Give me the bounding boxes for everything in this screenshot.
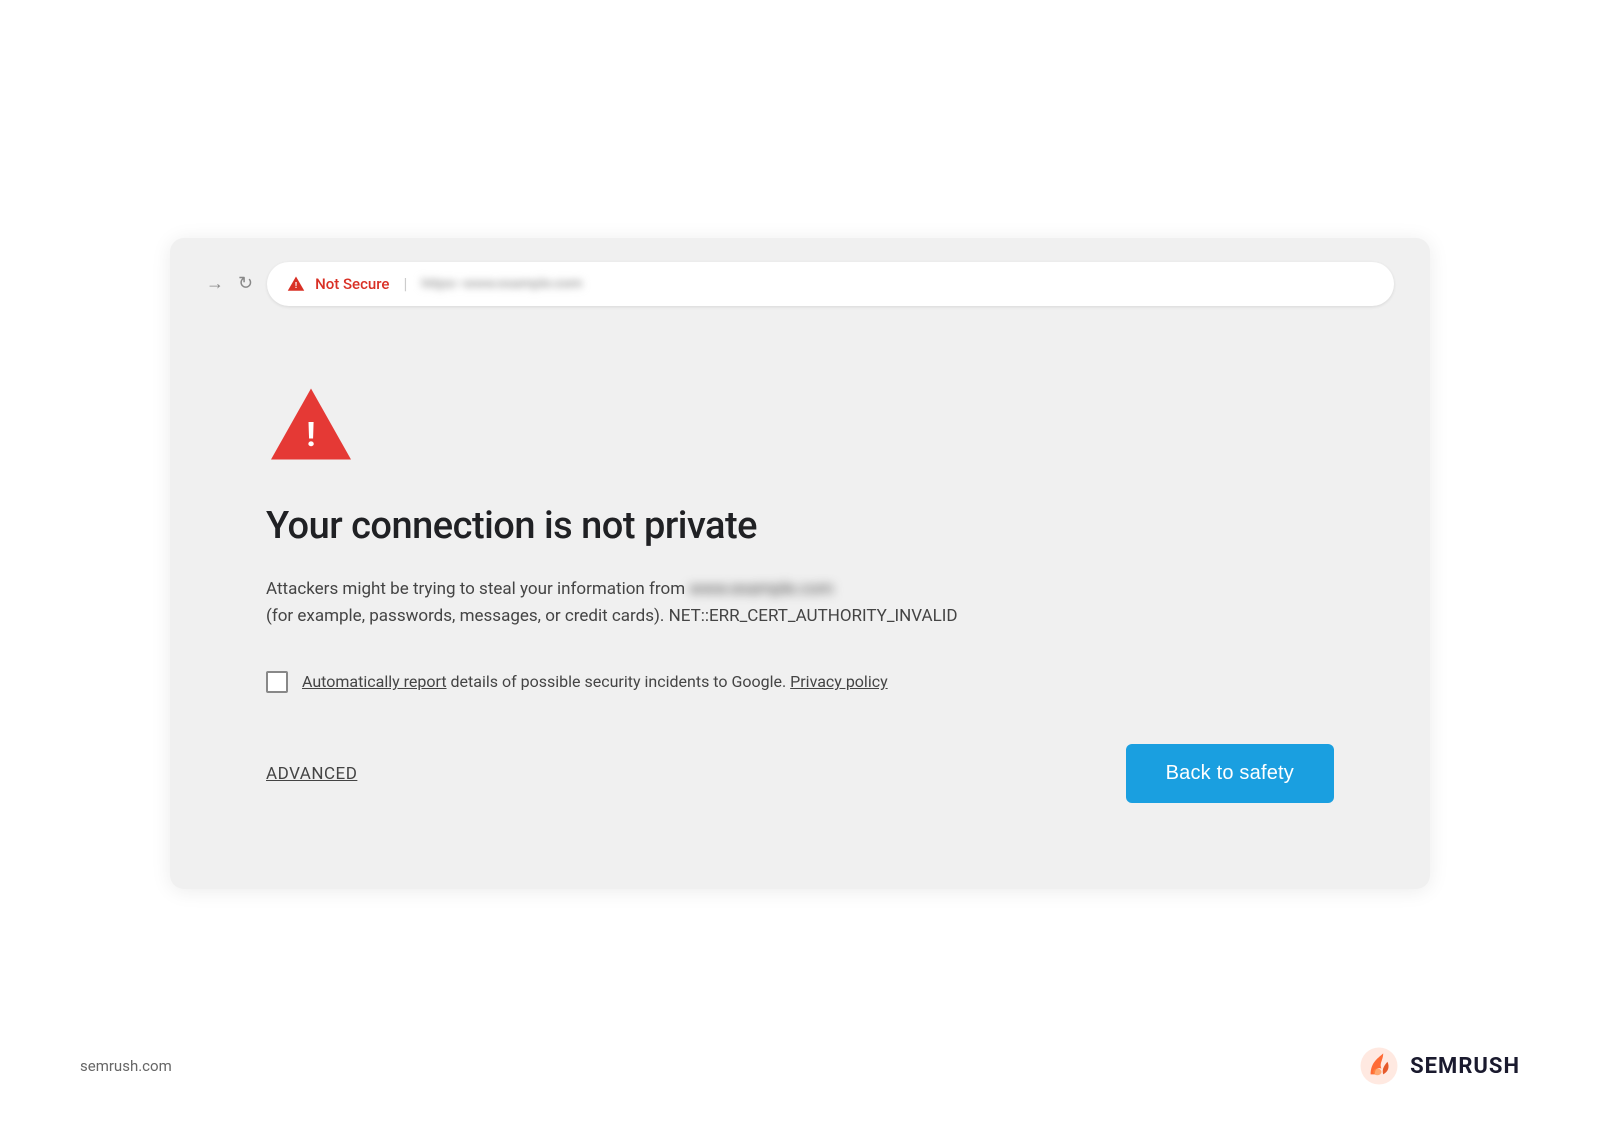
auto-report-checkbox[interactable] <box>266 671 288 693</box>
reload-icon[interactable]: ↻ <box>238 273 253 294</box>
svg-text:!: ! <box>295 281 297 291</box>
advanced-link[interactable]: ADVANCED <box>266 764 357 784</box>
browser-toolbar: → ↻ ! Not Secure | https: www.example.co… <box>206 262 1394 306</box>
semrush-logo: SEMRUSH <box>1358 1045 1520 1087</box>
address-bar: ! Not Secure | https: www.example.com <box>267 262 1394 306</box>
error-title: Your connection is not private <box>266 504 1334 548</box>
error-content: ! Your connection is not private Attacke… <box>206 334 1394 853</box>
report-checkbox-row: Automatically report details of possible… <box>266 670 1334 694</box>
warning-icon-large: ! <box>266 384 356 464</box>
automatically-report-link[interactable]: Automatically report <box>302 672 447 691</box>
error-description: Attackers might be trying to steal your … <box>266 576 1166 630</box>
auto-report-label: Automatically report details of possible… <box>302 670 888 694</box>
privacy-policy-link[interactable]: Privacy policy <box>790 672 888 691</box>
svg-text:!: ! <box>306 416 315 455</box>
footer-domain: semrush.com <box>80 1057 172 1075</box>
semrush-icon <box>1358 1045 1400 1087</box>
browser-window: → ↻ ! Not Secure | https: www.example.co… <box>170 238 1430 889</box>
semrush-brand-name: SEMRUSH <box>1410 1054 1520 1079</box>
url-text: https: www.example.com <box>421 276 582 292</box>
footer: semrush.com SEMRUSH <box>0 1045 1600 1087</box>
blurred-domain: www.example.com <box>689 576 833 603</box>
forward-icon[interactable]: → <box>206 273 224 294</box>
action-row: ADVANCED Back to safety <box>266 744 1334 803</box>
not-secure-label: Not Secure <box>315 275 389 293</box>
warning-icon-small: ! <box>287 275 305 293</box>
address-bar-divider: | <box>403 274 407 293</box>
back-to-safety-button[interactable]: Back to safety <box>1126 744 1334 803</box>
